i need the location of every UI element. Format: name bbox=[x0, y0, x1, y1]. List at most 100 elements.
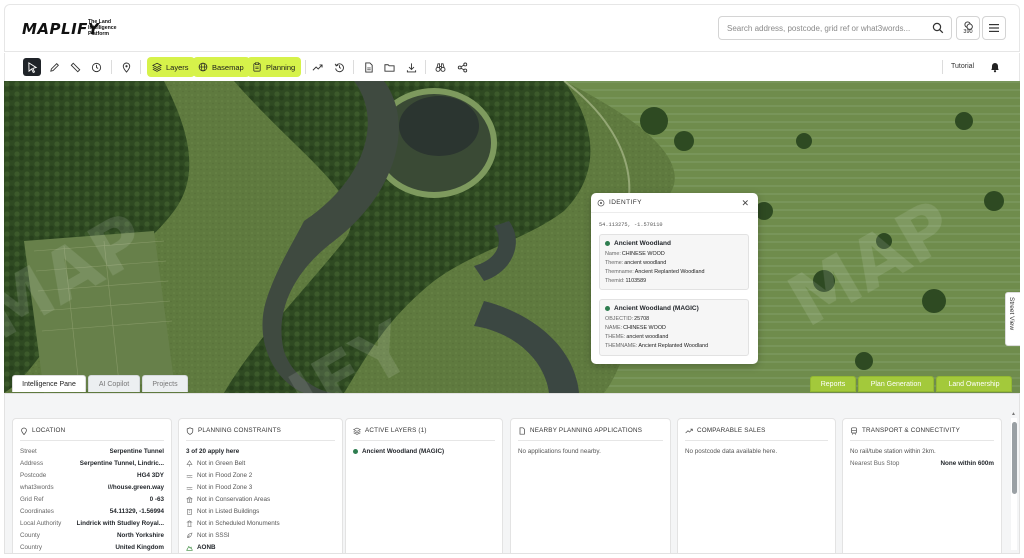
card-title: PLANNING CONSTRAINTS bbox=[186, 427, 335, 441]
location-address: Address Serpentine Tunnel, Lindric... bbox=[20, 459, 164, 467]
credits-count: 390 bbox=[963, 29, 973, 35]
reports-button[interactable]: Reports bbox=[810, 376, 856, 392]
shield-icon bbox=[186, 427, 194, 435]
identify-result[interactable]: Ancient Woodland Name:CHINESE WOOD Theme… bbox=[599, 234, 749, 290]
binoculars-icon bbox=[435, 62, 445, 72]
identify-header: IDENTIFY ✕ bbox=[591, 193, 758, 213]
transport-rail: No rail/tube station within 2km. bbox=[850, 447, 936, 455]
tab-projects[interactable]: Projects bbox=[142, 375, 188, 392]
constraint-green-belt: Not in Green Belt bbox=[186, 457, 335, 469]
aerial-map-image: MAP LIFY MAP bbox=[4, 81, 1020, 393]
identify-result[interactable]: Ancient Woodland (MAGIC) OBJECTID:25708 … bbox=[599, 299, 749, 356]
result-field: OBJECTID:25708 bbox=[605, 316, 650, 322]
card-title: LOCATION bbox=[20, 427, 164, 441]
comparable-sales-card: COMPARABLE SALES No postcode data availa… bbox=[677, 418, 836, 553]
share-tool[interactable] bbox=[453, 58, 471, 76]
result-field: Theme:ancient woodland bbox=[605, 260, 667, 266]
download-tool[interactable] bbox=[402, 58, 420, 76]
draw-tool[interactable] bbox=[45, 58, 63, 76]
search-box[interactable] bbox=[718, 16, 952, 40]
tab-intelligence-pane[interactable]: Intelligence Pane bbox=[12, 375, 86, 392]
intelligence-pane: LOCATION Street Serpentine Tunnel Address… bbox=[4, 393, 1020, 554]
result-field: Themid:1103589 bbox=[605, 278, 647, 284]
cursor-icon bbox=[27, 61, 37, 73]
credits-button[interactable]: 390 bbox=[956, 16, 980, 40]
card-title: COMPARABLE SALES bbox=[685, 427, 828, 441]
nearby-planning-card: NEARBY PLANNING APPLICATIONS No applicat… bbox=[510, 418, 671, 553]
location-local-authority: Local Authority Lindrick with Studley Roy… bbox=[20, 519, 164, 527]
land-ownership-button[interactable]: Land Ownership bbox=[936, 376, 1012, 392]
result-field: Name:CHINESE WOOD bbox=[605, 251, 665, 257]
planning-button[interactable]: Planning bbox=[247, 57, 302, 77]
constraints-summary: 3 of 20 apply here bbox=[186, 447, 240, 455]
find-tool[interactable] bbox=[431, 58, 449, 76]
basemap-label: Basemap bbox=[212, 62, 244, 72]
layers-label: Layers bbox=[166, 62, 189, 72]
leaf-icon bbox=[187, 532, 193, 538]
share-icon bbox=[457, 62, 467, 72]
constraint-aonb: AONB bbox=[186, 541, 335, 553]
result-field: NAME:CHINESE WOOD bbox=[605, 325, 666, 331]
layer-dot bbox=[353, 448, 358, 454]
active-layer-item[interactable]: Ancient Woodland (MAGIC) bbox=[353, 445, 495, 457]
flood-icon bbox=[186, 474, 193, 478]
comparable-sales-empty: No postcode data available here. bbox=[685, 447, 778, 455]
location-grid-ref: Grid Ref 0 -63 bbox=[20, 495, 164, 503]
select-tool[interactable] bbox=[23, 58, 41, 76]
planning-label: Planning bbox=[266, 62, 296, 72]
map-pin-icon bbox=[122, 62, 130, 73]
constraint-sssi: Not in SSSI bbox=[186, 529, 335, 541]
constraint-flood-zone-2: Not in Flood Zone 2 bbox=[186, 469, 335, 481]
tree-icon bbox=[186, 459, 193, 467]
search-icon[interactable] bbox=[932, 22, 944, 34]
document-icon bbox=[519, 427, 525, 435]
result-field: Themname:Ancient Replanted Woodland bbox=[605, 269, 705, 275]
map-toolbar: Layers Basemap Planning Tutorial bbox=[4, 53, 1020, 81]
app-header: MAPLIFY The Land Intelligence Platform 3… bbox=[4, 4, 1020, 52]
location-coordinates: Coordinates 54.11329, -1.56994 bbox=[20, 507, 164, 515]
location-what3words: what3words///house.green.way bbox=[20, 483, 164, 491]
monument-icon bbox=[186, 519, 193, 527]
layers-button[interactable]: Layers bbox=[147, 57, 195, 77]
nearby-planning-empty: No applications found nearby. bbox=[518, 447, 601, 455]
plan-generation-button[interactable]: Plan Generation bbox=[858, 376, 934, 392]
timer-tool[interactable] bbox=[87, 58, 105, 76]
street-view-button[interactable]: Street View bbox=[1005, 292, 1020, 346]
new-file-tool[interactable] bbox=[359, 58, 377, 76]
close-icon[interactable]: ✕ bbox=[741, 198, 749, 209]
target-icon bbox=[597, 199, 605, 207]
elevation-tool[interactable] bbox=[308, 58, 326, 76]
ruler-icon bbox=[70, 62, 80, 72]
basemap-button[interactable]: Basemap bbox=[193, 57, 250, 77]
train-icon bbox=[851, 427, 857, 435]
scroll-up-arrow[interactable]: ▲ bbox=[1011, 411, 1016, 417]
card-title: ACTIVE LAYERS (1) bbox=[353, 427, 495, 441]
constraint-listed-buildings: Not in Listed Buildings bbox=[186, 505, 335, 517]
history-tool[interactable] bbox=[330, 58, 348, 76]
marker-tool[interactable] bbox=[117, 58, 135, 76]
tutorial-link[interactable]: Tutorial bbox=[951, 63, 974, 70]
globe-icon bbox=[198, 62, 208, 72]
constraint-scheduled-monuments: Not in Scheduled Monuments bbox=[186, 517, 335, 529]
transport-bus-stop: Nearest Bus Stop None within 600m bbox=[850, 459, 994, 467]
search-input[interactable] bbox=[727, 21, 927, 36]
folder-icon bbox=[383, 63, 395, 72]
building-icon bbox=[186, 496, 193, 503]
measure-tool[interactable] bbox=[66, 58, 84, 76]
result-field: THEME:ancient woodland bbox=[605, 334, 669, 340]
map-canvas[interactable]: MAP LIFY MAP Street View bbox=[4, 81, 1020, 393]
menu-button[interactable] bbox=[982, 16, 1006, 40]
tab-ai-copilot[interactable]: AI Copilot bbox=[88, 375, 140, 392]
location-county: County North Yorkshire bbox=[20, 531, 164, 539]
logo-tagline: The Land Intelligence Platform bbox=[88, 19, 117, 37]
transport-card: TRANSPORT & CONNECTIVITY No rail/tube st… bbox=[842, 418, 1002, 553]
file-icon bbox=[364, 61, 373, 73]
constraint-flood-zone-3: Not in Flood Zone 3 bbox=[186, 481, 335, 493]
bell-icon[interactable] bbox=[989, 61, 1001, 73]
clipboard-icon bbox=[253, 62, 261, 72]
identify-coordinates: 54.113275, -1.570110 bbox=[599, 222, 663, 228]
open-folder-tool[interactable] bbox=[380, 58, 398, 76]
scrollbar-thumb[interactable] bbox=[1012, 422, 1017, 494]
history-icon bbox=[334, 62, 344, 72]
building-icon bbox=[187, 508, 192, 515]
